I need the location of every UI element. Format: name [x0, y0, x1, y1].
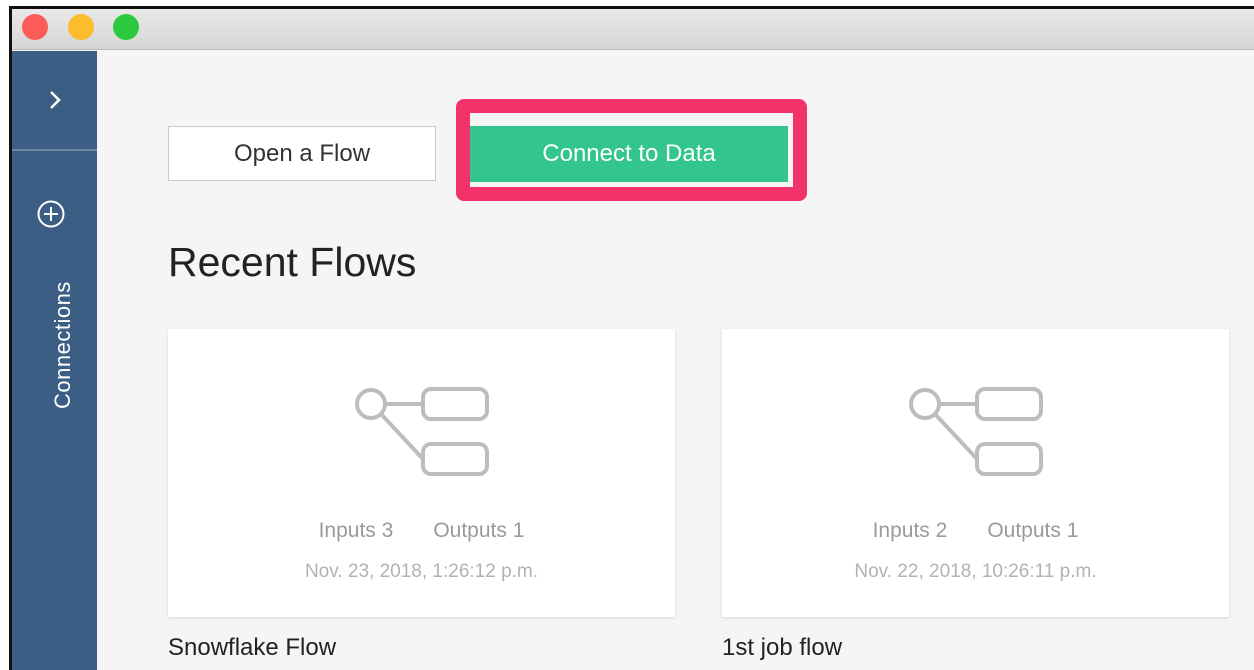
flow-stats: Inputs 2 Outputs 1 — [722, 519, 1229, 543]
maximize-window-button[interactable] — [113, 14, 139, 40]
recent-flows-title: Recent Flows — [168, 239, 417, 285]
connect-to-data-button[interactable]: Connect to Data — [470, 126, 788, 182]
close-window-button[interactable] — [22, 14, 48, 40]
flow-outputs: Outputs 1 — [433, 519, 525, 542]
flow-outputs: Outputs 1 — [987, 519, 1079, 542]
plus-circle-icon[interactable] — [36, 199, 66, 229]
start-page: Open a Flow Connect to Data Recent Flows… — [97, 51, 1254, 670]
title-bar — [12, 9, 1254, 50]
flow-stats: Inputs 3 Outputs 1 — [168, 519, 675, 543]
flow-inputs: Inputs 2 — [872, 519, 948, 542]
flow-date: Nov. 23, 2018, 1:26:12 p.m. — [304, 561, 539, 582]
app-window: Connections Open a Flow Connect to Data … — [9, 6, 1254, 670]
flow-icon — [355, 387, 489, 476]
flow-card[interactable]: Inputs 2 Outputs 1 Nov. 22, 2018, 10:26:… — [722, 329, 1229, 617]
flow-name[interactable]: Snowflake Flow — [168, 634, 336, 662]
open-flow-button[interactable]: Open a Flow — [168, 126, 436, 181]
flow-icon — [909, 387, 1043, 476]
flow-card[interactable]: Inputs 3 Outputs 1 Nov. 23, 2018, 1:26:1… — [168, 329, 675, 617]
minimize-window-button[interactable] — [68, 14, 94, 40]
sidebar: Connections — [12, 51, 97, 670]
sidebar-divider — [12, 149, 97, 151]
flow-date: Nov. 22, 2018, 10:26:11 p.m. — [854, 561, 1097, 582]
expand-sidebar-button[interactable] — [12, 51, 97, 149]
flow-name[interactable]: 1st job flow — [722, 634, 842, 662]
connections-label[interactable]: Connections — [50, 249, 76, 409]
chevron-right-icon — [49, 91, 61, 109]
flow-inputs: Inputs 3 — [318, 519, 394, 542]
